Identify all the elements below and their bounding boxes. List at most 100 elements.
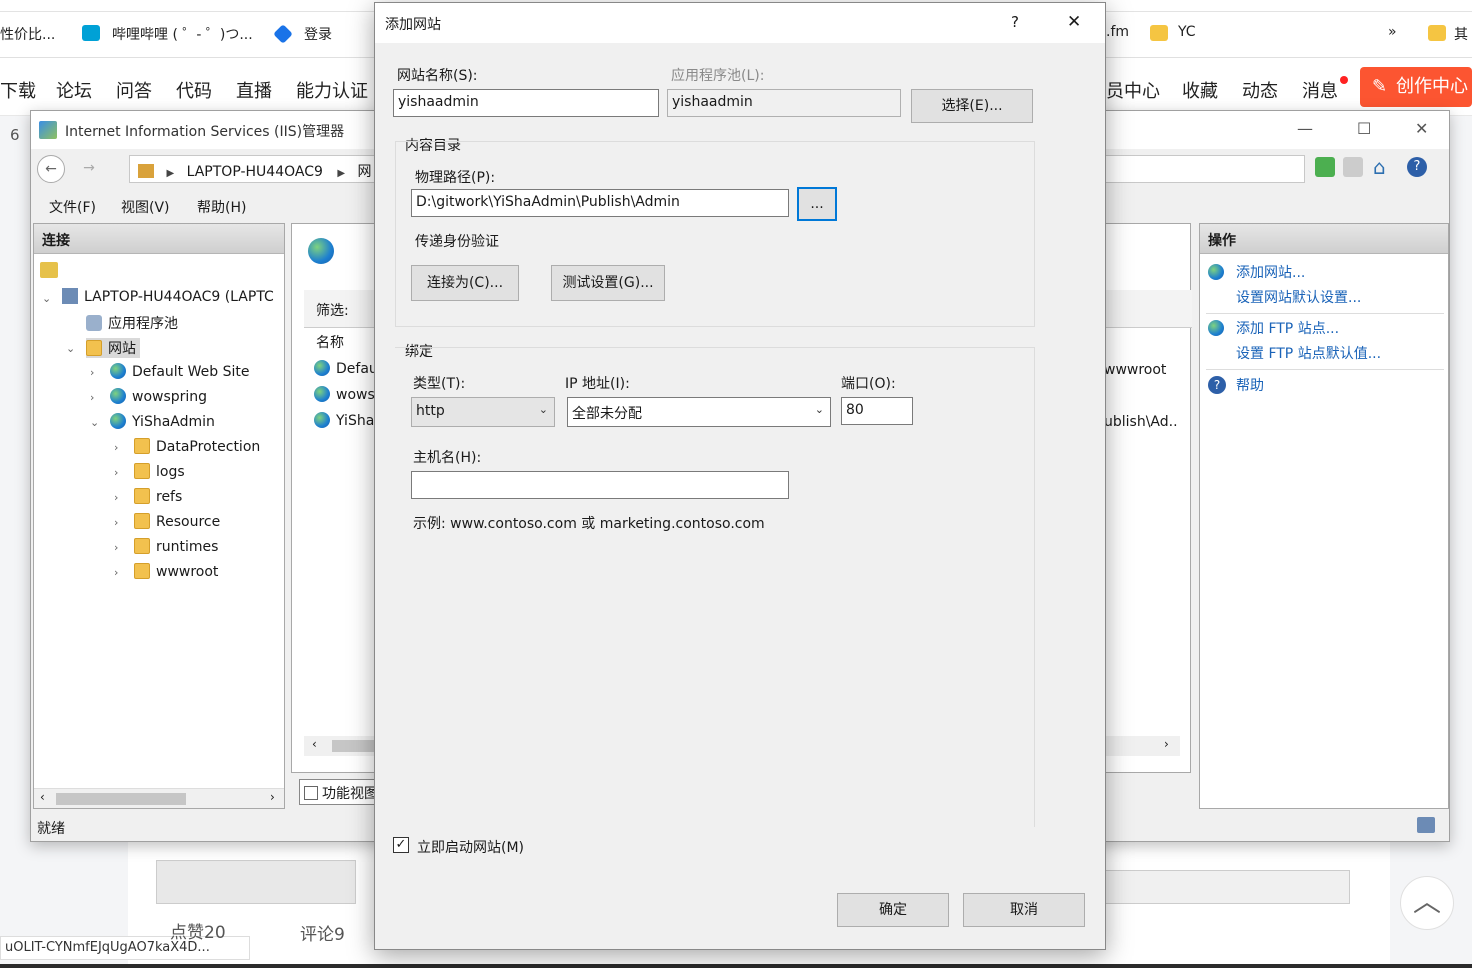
thumbnail xyxy=(1104,870,1350,904)
help-icon[interactable]: ? xyxy=(1407,157,1427,177)
tree-folder[interactable]: runtimes xyxy=(134,538,218,555)
nav-item[interactable]: 员中心 xyxy=(1106,77,1160,103)
breadcrumb-server[interactable]: LAPTOP-HU44OAC9 xyxy=(187,164,323,180)
test-settings-button[interactable]: 测试设置(G)... xyxy=(551,265,665,301)
menu-help[interactable]: 帮助(H) xyxy=(197,197,246,217)
site-defaults-link[interactable]: 设置网站默认设置... xyxy=(1236,287,1361,307)
select-app-pool-button[interactable]: 选择(E)... xyxy=(911,89,1033,123)
pen-icon: ✎ xyxy=(1372,76,1388,97)
tree-app-pools[interactable]: 应用程序池 xyxy=(86,313,178,333)
nav-item[interactable]: 动态 xyxy=(1242,77,1278,103)
add-site-link[interactable]: 添加网站... xyxy=(1236,262,1305,282)
nav-item[interactable]: 能力认证 xyxy=(296,77,368,103)
menu-view[interactable]: 视图(V) xyxy=(121,197,170,217)
home-icon[interactable]: ⌂ xyxy=(1373,155,1386,179)
features-view-tab[interactable]: 功能视图 xyxy=(299,779,385,805)
tree-sites-label: 网站 xyxy=(108,341,136,357)
bookmark-item[interactable]: 登录 xyxy=(304,24,332,44)
ip-address-select[interactable]: 全部未分配 ⌄ xyxy=(567,397,831,427)
tree-folder[interactable]: DataProtection xyxy=(134,438,260,455)
login-icon xyxy=(273,24,293,44)
add-ftp-link[interactable]: 添加 FTP 站点... xyxy=(1236,318,1339,338)
dialog-close-button[interactable]: ✕ xyxy=(1067,12,1081,32)
dialog-help-button[interactable]: ? xyxy=(1011,13,1019,31)
site-row[interactable]: wows xyxy=(314,386,375,403)
folder-icon xyxy=(134,538,150,554)
tree-site[interactable]: Default Web Site xyxy=(110,363,249,380)
add-website-dialog: 添加网站 ? ✕ 网站名称(S): yishaadmin 应用程序池(L): y… xyxy=(374,2,1106,950)
close-button[interactable]: ✕ xyxy=(1415,119,1428,138)
ok-button[interactable]: 确定 xyxy=(837,893,949,927)
connect-as-button[interactable]: 连接为(C)... xyxy=(411,265,519,301)
bookmark-item[interactable]: 其 xyxy=(1454,24,1468,44)
nav-item[interactable]: 论坛 xyxy=(56,77,92,103)
tree-folder[interactable]: refs xyxy=(134,488,182,505)
horizontal-scrollbar[interactable]: ‹ › xyxy=(34,788,284,808)
actions-panel: 操作 添加网站... 设置网站默认设置... 添加 FTP 站点... 设置 F… xyxy=(1199,223,1449,809)
menu-file[interactable]: 文件(F) xyxy=(49,197,96,217)
ip-address-value: 全部未分配 xyxy=(572,406,642,422)
nav-item[interactable]: 收藏 xyxy=(1182,77,1218,103)
nav-item[interactable]: 直播 xyxy=(236,77,272,103)
nav-item[interactable]: 消息 xyxy=(1302,77,1338,103)
globe-icon xyxy=(314,360,330,376)
actions-header: 操作 xyxy=(1200,224,1448,254)
breadcrumb-sites[interactable]: 网 xyxy=(358,164,372,180)
bookmark-item[interactable]: 性价比... xyxy=(0,24,55,44)
tree-server[interactable]: LAPTOP-HU44OAC9 (LAPTC xyxy=(62,288,274,305)
cancel-button[interactable]: 取消 xyxy=(963,893,1085,927)
back-button[interactable]: ← xyxy=(37,155,65,183)
connection-status-icon xyxy=(1417,817,1435,833)
host-name-input[interactable] xyxy=(411,471,789,499)
stop-icon[interactable] xyxy=(1343,157,1363,177)
app-pool-label: 应用程序池(L): xyxy=(671,68,765,84)
scroll-right-icon[interactable]: › xyxy=(1164,737,1169,751)
start-site-label[interactable]: 立即启动网站(M) xyxy=(417,837,524,857)
site-name-label: 网站名称(S): xyxy=(397,68,478,84)
tree-site[interactable]: wowspring xyxy=(110,388,207,405)
site-row[interactable]: YiSha xyxy=(314,412,374,429)
app-pool-input: yishaadmin xyxy=(667,89,901,117)
nav-item[interactable]: 下载 xyxy=(0,77,36,103)
name-column-header[interactable]: 名称 xyxy=(316,332,344,352)
help-icon: ? xyxy=(1208,376,1226,394)
site-row[interactable]: Defau xyxy=(314,360,378,377)
divider xyxy=(1206,369,1444,370)
like-count[interactable]: 点赞20 xyxy=(170,918,226,943)
refresh-icon[interactable] xyxy=(1315,157,1335,177)
connect-icon[interactable] xyxy=(40,262,58,278)
tree-folder[interactable]: logs xyxy=(134,463,185,480)
dialog-titlebar: 添加网站 ? ✕ xyxy=(375,3,1105,43)
scroll-left-icon[interactable]: ‹ xyxy=(40,790,45,804)
back-to-top-button[interactable]: ︿ xyxy=(1400,876,1454,930)
nav-item[interactable]: 代码 xyxy=(176,77,212,103)
type-select[interactable]: http ⌄ xyxy=(411,397,555,427)
folder-icon xyxy=(134,463,150,479)
site-row-label: wows xyxy=(336,387,375,403)
browse-button[interactable]: ... xyxy=(797,187,837,221)
bookmark-item[interactable]: YC xyxy=(1178,24,1196,40)
minimize-button[interactable]: — xyxy=(1297,119,1313,138)
more-bookmarks-button[interactable]: » xyxy=(1388,24,1397,40)
bookmark-item[interactable]: .fm xyxy=(1106,24,1129,40)
forward-button[interactable]: → xyxy=(75,155,103,183)
tree-folder[interactable]: wwwroot xyxy=(134,563,218,580)
site-name-input[interactable]: yishaadmin xyxy=(393,89,659,117)
comment-count[interactable]: 评论9 xyxy=(300,920,345,945)
ftp-defaults-link[interactable]: 设置 FTP 站点默认值... xyxy=(1236,343,1381,363)
app-pool-icon xyxy=(86,315,102,331)
tree-sites[interactable]: 网站 xyxy=(86,338,140,358)
tree-site[interactable]: YiShaAdmin xyxy=(110,413,215,430)
maximize-button[interactable]: ☐ xyxy=(1357,119,1371,138)
nav-item[interactable]: 问答 xyxy=(116,77,152,103)
scroll-left-icon[interactable]: ‹ xyxy=(312,737,317,751)
help-link[interactable]: 帮助 xyxy=(1236,375,1264,395)
scroll-thumb[interactable] xyxy=(56,793,186,805)
port-input[interactable]: 80 xyxy=(841,397,913,425)
create-center-button[interactable]: ✎ 创作中心 xyxy=(1360,67,1472,107)
physical-path-input[interactable]: D:\gitwork\YiShaAdmin\Publish\Admin xyxy=(411,189,789,217)
scroll-right-icon[interactable]: › xyxy=(270,790,275,804)
tree-folder[interactable]: Resource xyxy=(134,513,220,530)
start-site-checkbox[interactable]: ✓ xyxy=(393,837,409,853)
bookmark-item[interactable]: 哔哩哔哩 ( ゜- ゜)つ... xyxy=(112,24,253,44)
